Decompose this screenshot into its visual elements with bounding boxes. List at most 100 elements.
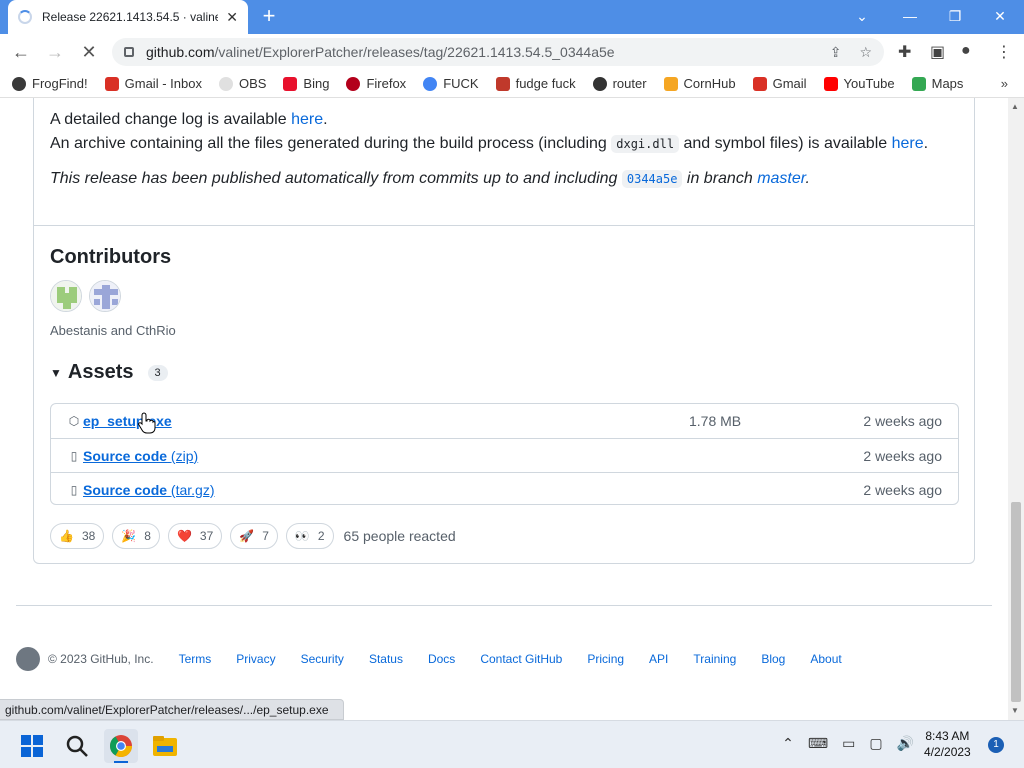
start-button[interactable] [15, 729, 49, 763]
footer-link-docs[interactable]: Docs [428, 652, 455, 666]
reactions-bar: 👍 38 🎉 8 ❤️ 37 🚀 7 👀 2 65 people reacted [50, 523, 456, 549]
bookmark-item[interactable]: Gmail [752, 76, 807, 91]
footer-link-status[interactable]: Status [369, 652, 403, 666]
keyboard-icon[interactable]: ⌨ [808, 735, 828, 752]
contributors-heading: Contributors [50, 246, 172, 268]
obs-icon [218, 76, 233, 91]
chrome-taskbar-button[interactable] [104, 729, 138, 763]
reaction-thumbs-up[interactable]: 👍 38 [50, 523, 105, 549]
chevron-up-icon[interactable]: ⌃ [782, 735, 794, 752]
search-icon [66, 735, 88, 757]
bookmark-item[interactable]: Bing [283, 76, 329, 91]
battery-icon[interactable]: ▭ [842, 735, 855, 752]
minimize-button[interactable]: — [890, 4, 930, 28]
address-bar[interactable]: github.com/valinet/ExplorerPatcher/relea… [112, 38, 884, 66]
site-footer: © 2023 GitHub, Inc. Terms Privacy Securi… [16, 647, 867, 671]
inline-code: dxgi.dll [611, 135, 680, 153]
restore-button[interactable]: ❐ [935, 4, 975, 28]
footer-link-api[interactable]: API [649, 652, 668, 666]
bookmark-item[interactable]: fudge fuck [495, 76, 576, 91]
url-path: /valinet/ExplorerPatcher/releases/tag/22… [214, 44, 615, 60]
tab-search-icon[interactable]: ⌄ [842, 4, 882, 28]
notification-badge[interactable]: 1 [988, 737, 1004, 753]
new-tab-button[interactable]: + [256, 5, 282, 29]
thumbs-up-icon: 👍 [59, 529, 74, 543]
bookmark-star-icon[interactable]: ☆ [859, 44, 872, 61]
asset-link[interactable]: Source code (tar.gz) [83, 482, 215, 498]
asset-row: ⬡ ep_setup.exe 1.78 MB 2 weeks ago [51, 404, 958, 438]
stop-button[interactable]: ✕ [76, 40, 102, 64]
bookmark-item[interactable]: OBS [218, 76, 266, 91]
forward-button[interactable]: → [42, 40, 68, 64]
profile-avatar[interactable]: ● [961, 42, 971, 60]
branch-link[interactable]: master [757, 170, 805, 187]
network-icon[interactable]: ▢ [869, 735, 882, 752]
taskbar-clock[interactable]: 8:43 AM 4/2/2023 [924, 728, 971, 760]
caret-down-icon: ▼ [50, 365, 62, 380]
scroll-thumb[interactable] [1011, 502, 1021, 702]
asset-row: ▯ Source code (tar.gz) 2 weeks ago [51, 472, 958, 506]
maps-icon [911, 76, 926, 91]
extensions-icon[interactable]: ✚ [898, 42, 911, 62]
more-bookmarks-icon[interactable]: » [1001, 76, 1008, 91]
bookmark-item[interactable]: router [592, 76, 647, 91]
contributor-avatar-icon [90, 281, 120, 311]
file-explorer-button[interactable] [148, 729, 182, 763]
bookmark-item[interactable]: CornHub [663, 76, 736, 91]
reaction-eyes[interactable]: 👀 2 [285, 523, 334, 549]
reaction-heart[interactable]: ❤️ 37 [167, 523, 223, 549]
scroll-up-icon[interactable]: ▲ [1011, 102, 1019, 111]
asset-list: ⬡ ep_setup.exe 1.78 MB 2 weeks ago ▯ Sou… [50, 403, 959, 505]
bookmark-item[interactable]: FrogFind! [12, 76, 88, 91]
search-button[interactable] [60, 729, 94, 763]
asset-link[interactable]: Source code (zip) [83, 448, 198, 464]
bookmark-item[interactable]: Maps [911, 76, 963, 91]
youtube-icon [823, 76, 838, 91]
close-window-button[interactable]: ✕ [980, 4, 1020, 28]
folder-icon [153, 736, 177, 756]
footer-link-blog[interactable]: Blog [761, 652, 785, 666]
changelog-link[interactable]: here [291, 111, 323, 128]
package-icon: ⬡ [68, 414, 80, 428]
avatar[interactable] [89, 280, 121, 312]
commit-link[interactable]: 0344a5e [621, 170, 683, 188]
bookmark-item[interactable]: FUCK [423, 76, 479, 91]
footer-link-security[interactable]: Security [301, 652, 344, 666]
menu-kebab-icon[interactable]: ⋮ [996, 42, 1012, 62]
asset-row: ▯ Source code (zip) 2 weeks ago [51, 438, 958, 472]
share-icon[interactable]: ⇪ [830, 44, 842, 61]
footer-link-about[interactable]: About [810, 652, 841, 666]
github-logo-icon[interactable] [16, 647, 40, 671]
footer-link-terms[interactable]: Terms [179, 652, 212, 666]
back-button[interactable]: ← [8, 40, 34, 64]
scroll-down-icon[interactable]: ▼ [1011, 706, 1019, 715]
volume-icon[interactable]: 🔊 [897, 735, 914, 752]
asset-link[interactable]: ep_setup.exe [83, 413, 172, 429]
footer-link-pricing[interactable]: Pricing [587, 652, 624, 666]
footer-link-contact[interactable]: Contact GitHub [480, 652, 562, 666]
copyright: © 2023 GitHub, Inc. [48, 652, 154, 666]
divider [34, 225, 974, 226]
assets-summary[interactable]: ▼ Assets 3 [50, 361, 168, 384]
bookmark-item[interactable]: YouTube [823, 76, 895, 91]
asset-size: 1.78 MB [689, 413, 742, 429]
browser-tab[interactable]: Release 22621.1413.54.5 · valinet ✕ [8, 0, 248, 34]
footer-divider [16, 605, 992, 606]
reaction-rocket[interactable]: 🚀 7 [230, 523, 278, 549]
page-scrollbar[interactable]: ▲ ▼ [1008, 98, 1024, 720]
bookmark-item[interactable]: Firefox [346, 76, 406, 91]
auto-publish-note: This release has been published automati… [50, 170, 810, 188]
chrome-icon [110, 735, 132, 763]
archive-link[interactable]: here [892, 135, 924, 152]
close-tab-icon[interactable]: ✕ [226, 9, 238, 26]
reaction-hooray[interactable]: 🎉 8 [112, 523, 160, 549]
asset-date: 2 weeks ago [863, 447, 942, 464]
bookmark-item[interactable]: Gmail - Inbox [104, 76, 202, 91]
reactions-summary: 65 people reacted [343, 528, 456, 544]
footer-link-training[interactable]: Training [693, 652, 736, 666]
footer-link-privacy[interactable]: Privacy [236, 652, 275, 666]
lock-icon[interactable] [124, 47, 134, 57]
avatar[interactable] [50, 280, 82, 312]
system-tray: ⌃ ⌨ ▭ ▢ 🔊 [782, 735, 914, 752]
side-panel-icon[interactable]: ▣ [930, 42, 945, 62]
